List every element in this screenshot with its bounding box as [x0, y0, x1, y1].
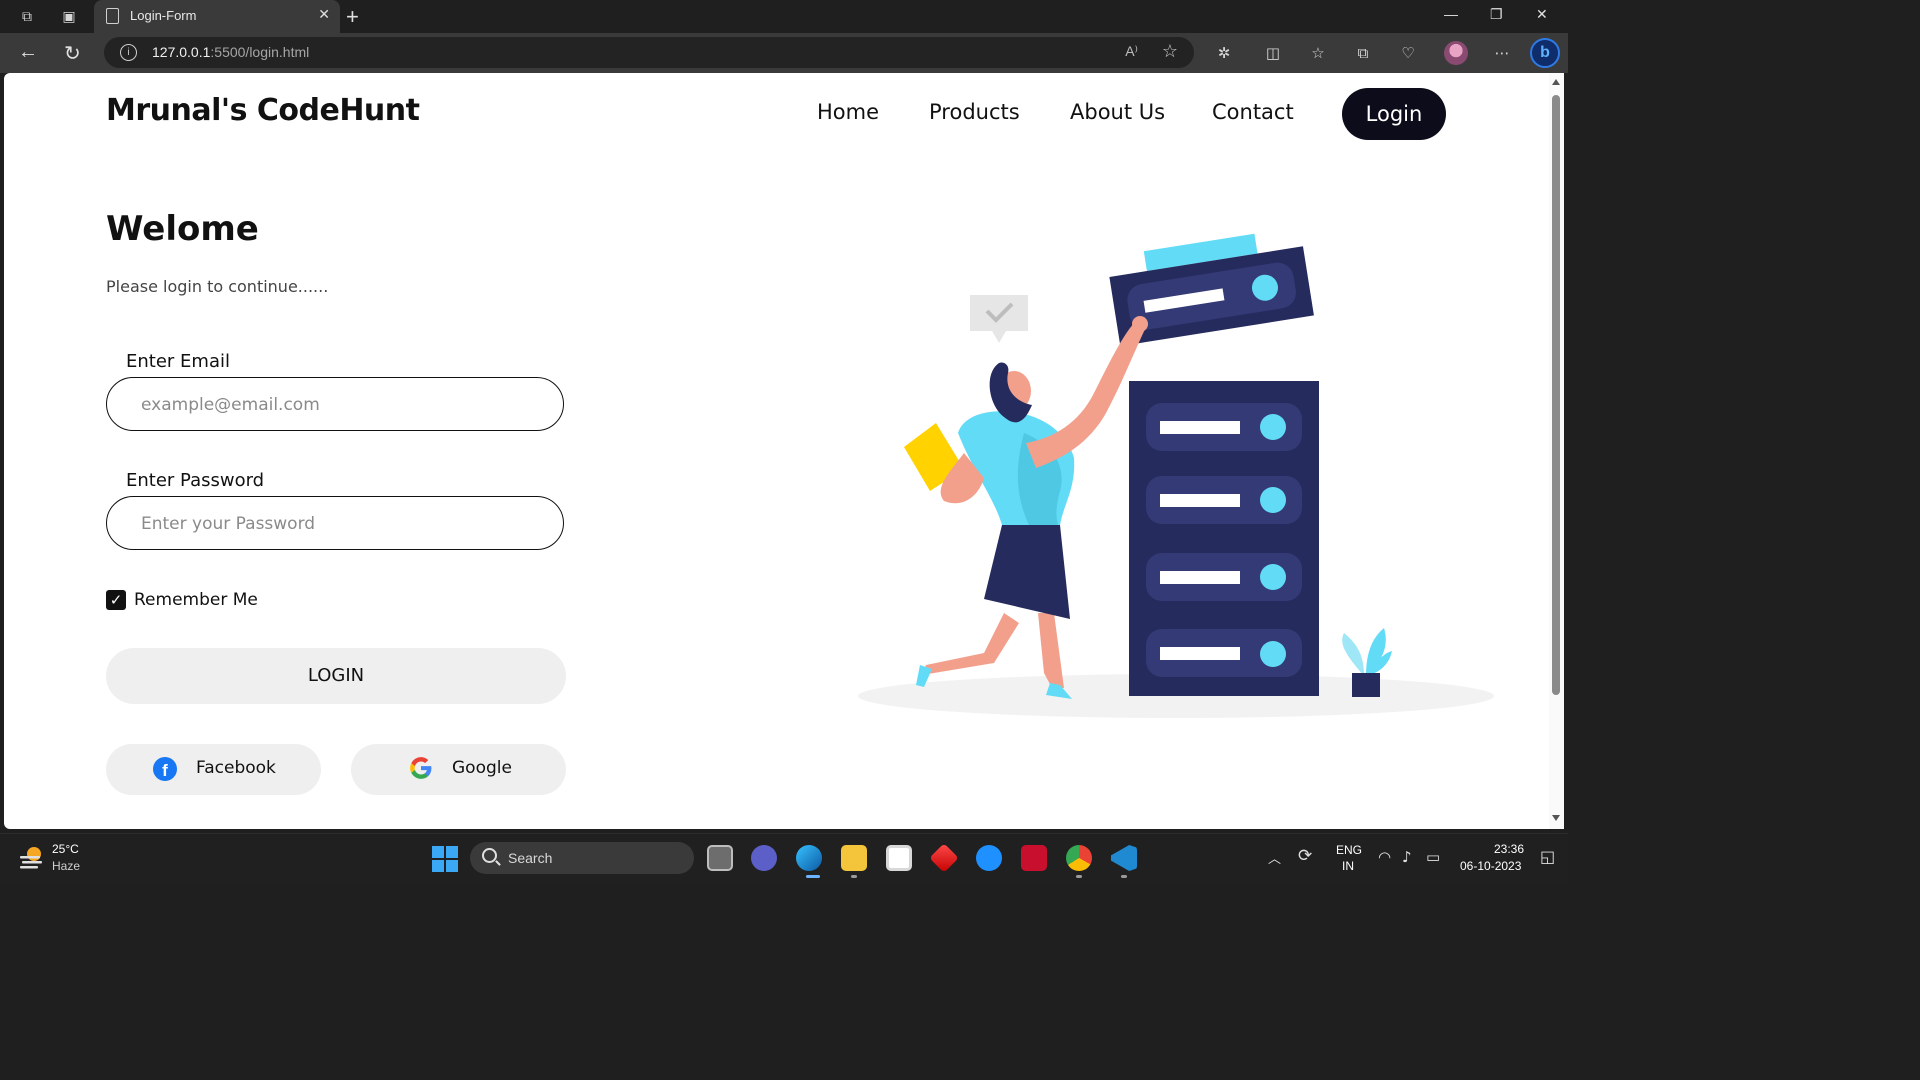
task-view-icon[interactable]: [707, 845, 733, 871]
check-bubble: [970, 295, 1028, 343]
email-field-wrapper: [106, 377, 564, 431]
login-illustration: [858, 233, 1494, 718]
nav-contact[interactable]: Contact: [1212, 100, 1294, 124]
email-label: Enter Email: [126, 351, 230, 372]
minimize-icon[interactable]: —: [1444, 6, 1458, 22]
vscode-icon[interactable]: [1111, 845, 1137, 871]
brand-logo[interactable]: Mrunal's CodeHunt: [106, 93, 420, 128]
microsoft-store-icon[interactable]: [886, 845, 912, 871]
language-indicator[interactable]: ENG: [1336, 843, 1362, 857]
volume-icon[interactable]: ♪: [1402, 848, 1412, 866]
url-path: :5500/login.html: [210, 44, 310, 60]
edge-active-indicator: [806, 875, 820, 878]
login-button[interactable]: LOGIN: [106, 648, 566, 704]
nav-about-us[interactable]: About Us: [1070, 100, 1165, 124]
help-icon[interactable]: [976, 845, 1002, 871]
anydesk-icon[interactable]: [929, 843, 959, 873]
favorite-star-icon[interactable]: ☆: [1162, 41, 1178, 62]
chrome-running-indicator: [1076, 875, 1082, 878]
refresh-icon[interactable]: ↻: [64, 41, 81, 66]
weather-condition[interactable]: Haze: [52, 859, 80, 873]
page-icon: [106, 8, 119, 24]
chrome-icon[interactable]: [1066, 845, 1092, 871]
notification-icon[interactable]: ◱: [1540, 847, 1555, 866]
browser-tab-bar: ⧉ ▣ Login-Form ✕ + — ❐ ✕: [0, 0, 1568, 33]
woman-figure: [904, 316, 1148, 699]
close-window-icon[interactable]: ✕: [1536, 6, 1548, 23]
nav-home[interactable]: Home: [817, 100, 879, 124]
vscode-running-indicator: [1121, 875, 1127, 878]
taskbar-search[interactable]: Search: [470, 842, 694, 874]
site-info-icon[interactable]: i: [120, 44, 137, 61]
clock-time[interactable]: 23:36: [1494, 842, 1524, 856]
copilot-icon[interactable]: b: [1530, 38, 1560, 68]
language-region[interactable]: IN: [1342, 859, 1354, 873]
facebook-icon: f: [153, 757, 177, 781]
url-text[interactable]: 127.0.0.1:5500/login.html: [152, 44, 309, 60]
scroll-thumb[interactable]: [1552, 95, 1560, 695]
collections-icon[interactable]: ⧉: [1353, 43, 1373, 63]
windows-start-icon[interactable]: [432, 846, 458, 872]
nav-products[interactable]: Products: [929, 100, 1020, 124]
restore-icon[interactable]: ❐: [1490, 6, 1503, 23]
favorites-icon[interactable]: ☆: [1308, 43, 1328, 63]
facebook-login-button[interactable]: f Facebook: [106, 744, 321, 795]
url-host: 127.0.0.1: [152, 44, 211, 60]
file-explorer-icon[interactable]: [841, 845, 867, 871]
back-icon[interactable]: ←: [18, 41, 38, 64]
new-tab-icon[interactable]: +: [346, 4, 359, 30]
more-menu-icon[interactable]: ⋯: [1492, 43, 1512, 63]
login-subtitle: Please login to continue......: [106, 277, 329, 296]
mcafee-icon[interactable]: [1021, 845, 1047, 871]
remember-me-checkbox[interactable]: ✓: [106, 590, 126, 610]
password-field-wrapper: [106, 496, 564, 550]
battery-icon[interactable]: ▭: [1426, 848, 1440, 866]
password-label: Enter Password: [126, 470, 265, 491]
sync-icon[interactable]: ⟳: [1298, 846, 1312, 866]
read-aloud-icon[interactable]: A⁾: [1125, 43, 1138, 60]
search-icon-handle: [495, 860, 501, 866]
page-viewport: Mrunal's CodeHunt Home Products About Us…: [4, 73, 1549, 829]
workspaces-icon[interactable]: ⧉: [16, 6, 38, 28]
weather-temp[interactable]: 25°C: [52, 842, 79, 856]
scroll-down-icon[interactable]: [1552, 815, 1560, 821]
split-screen-icon[interactable]: ◫: [1263, 43, 1283, 63]
password-field[interactable]: [139, 510, 523, 538]
address-bar[interactable]: i 127.0.0.1:5500/login.html A⁾ ☆: [104, 37, 1194, 68]
tray-overflow-icon[interactable]: ︿: [1268, 848, 1281, 867]
google-label: Google: [452, 758, 512, 778]
browser-tab[interactable]: Login-Form ✕: [94, 0, 340, 33]
google-login-button[interactable]: Google: [351, 744, 566, 795]
wifi-icon[interactable]: ◠: [1378, 848, 1391, 866]
browser-essentials-icon[interactable]: ♡: [1398, 43, 1418, 63]
remember-me-label[interactable]: Remember Me: [134, 590, 258, 610]
explorer-running-indicator: [851, 875, 857, 878]
page-scrollbar[interactable]: [1549, 73, 1564, 829]
taskbar: 25°C Haze Search ︿ ⟳ ENG IN ◠ ♪ ▭ 23:36 …: [0, 833, 1568, 883]
facebook-label: Facebook: [196, 758, 276, 778]
teams-chat-icon[interactable]: [751, 845, 777, 871]
welcome-heading: Welome: [106, 209, 259, 249]
clock-date[interactable]: 06-10-2023: [1460, 859, 1521, 873]
edge-icon[interactable]: [796, 845, 822, 871]
weather-haze-icon[interactable]: [18, 844, 46, 870]
tab-title: Login-Form: [130, 8, 197, 23]
browser-toolbar: ← ↻ i 127.0.0.1:5500/login.html A⁾ ☆ ✲ ◫…: [0, 33, 1568, 73]
close-tab-icon[interactable]: ✕: [318, 7, 330, 23]
profile-avatar[interactable]: [1444, 41, 1468, 65]
taskbar-search-label: Search: [508, 850, 553, 866]
email-field[interactable]: [139, 391, 523, 419]
tab-actions-icon[interactable]: ▣: [58, 6, 80, 28]
extensions-icon[interactable]: ✲: [1214, 43, 1234, 63]
google-icon: [410, 757, 432, 779]
scroll-up-icon[interactable]: [1552, 79, 1560, 85]
nav-login-button[interactable]: Login: [1342, 88, 1446, 140]
